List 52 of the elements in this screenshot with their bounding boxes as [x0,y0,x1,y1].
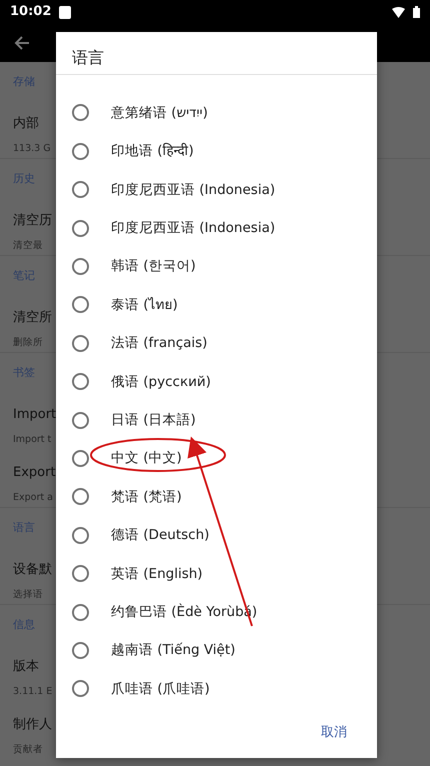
setting-summary: Export a [13,492,53,503]
section-header: 语言 [13,521,35,534]
language-option[interactable]: 梵语 (梵语) [111,486,182,508]
wifi-icon [392,6,405,18]
language-option[interactable]: 意第绪语 (ייִדיש) [111,102,208,124]
section-header: 历史 [13,172,35,185]
setting-summary: 删除所 [13,337,43,348]
clock-time: 10:02 [10,3,52,22]
radio-button[interactable] [72,642,89,659]
language-option[interactable]: 印地语 (हिन्दी) [111,141,194,162]
battery-icon [413,6,420,18]
back-arrow-icon[interactable] [14,36,30,50]
language-option[interactable]: 英语 (English) [111,564,203,584]
radio-button[interactable] [72,334,89,352]
setting-summary: 3.11.1 E [13,686,52,697]
radio-button[interactable] [72,526,89,544]
language-option[interactable]: 中文 (中文) [111,448,182,469]
cancel-button[interactable]: 取消 [313,719,355,747]
radio-button[interactable] [72,488,89,506]
language-option[interactable]: 韩语 (한국어) [111,256,196,277]
radio-button[interactable] [72,412,89,429]
radio-button[interactable] [72,181,89,198]
setting-summary: Import t [13,434,52,445]
radio-button[interactable] [72,220,89,237]
section-header: 书签 [13,366,35,379]
language-option[interactable]: 印度尼西亚语 (Indonesia) [111,180,276,200]
section-header: 笔记 [13,269,35,282]
language-option[interactable]: 法语 (français) [111,333,208,354]
radio-button[interactable] [72,604,89,621]
radio-button[interactable] [72,450,89,467]
language-option[interactable]: 越南语 (Tiếng Việt) [111,640,236,661]
language-option[interactable]: 德语 (Deutsch) [111,525,210,546]
dialog-title: 语言 [56,32,377,75]
radio-button[interactable] [72,296,89,314]
language-option[interactable]: 印度尼西亚语 (Indonesia) [111,218,276,238]
language-option[interactable]: 俄语 (русский) [111,372,211,392]
radio-button[interactable] [72,142,89,160]
radio-button[interactable] [72,565,89,582]
language-option[interactable]: 爪哇语 (爪哇语) [111,678,210,699]
setting-summary: 贡献者 [13,744,43,755]
setting-summary: 选择语 [13,589,43,600]
section-header: 信息 [13,618,35,631]
section-header: 存储 [13,75,35,88]
setting-summary: 113.3 G [13,143,51,154]
radio-button[interactable] [72,680,89,698]
radio-button[interactable] [72,373,89,390]
radio-button[interactable] [72,104,89,122]
notification-icon [59,6,72,18]
setting-summary: 清空最 [13,240,43,251]
language-option[interactable]: 泰语 (ไทย) [111,294,178,316]
language-option[interactable]: 日语 (日本語) [111,410,196,430]
radio-button[interactable] [72,258,89,276]
